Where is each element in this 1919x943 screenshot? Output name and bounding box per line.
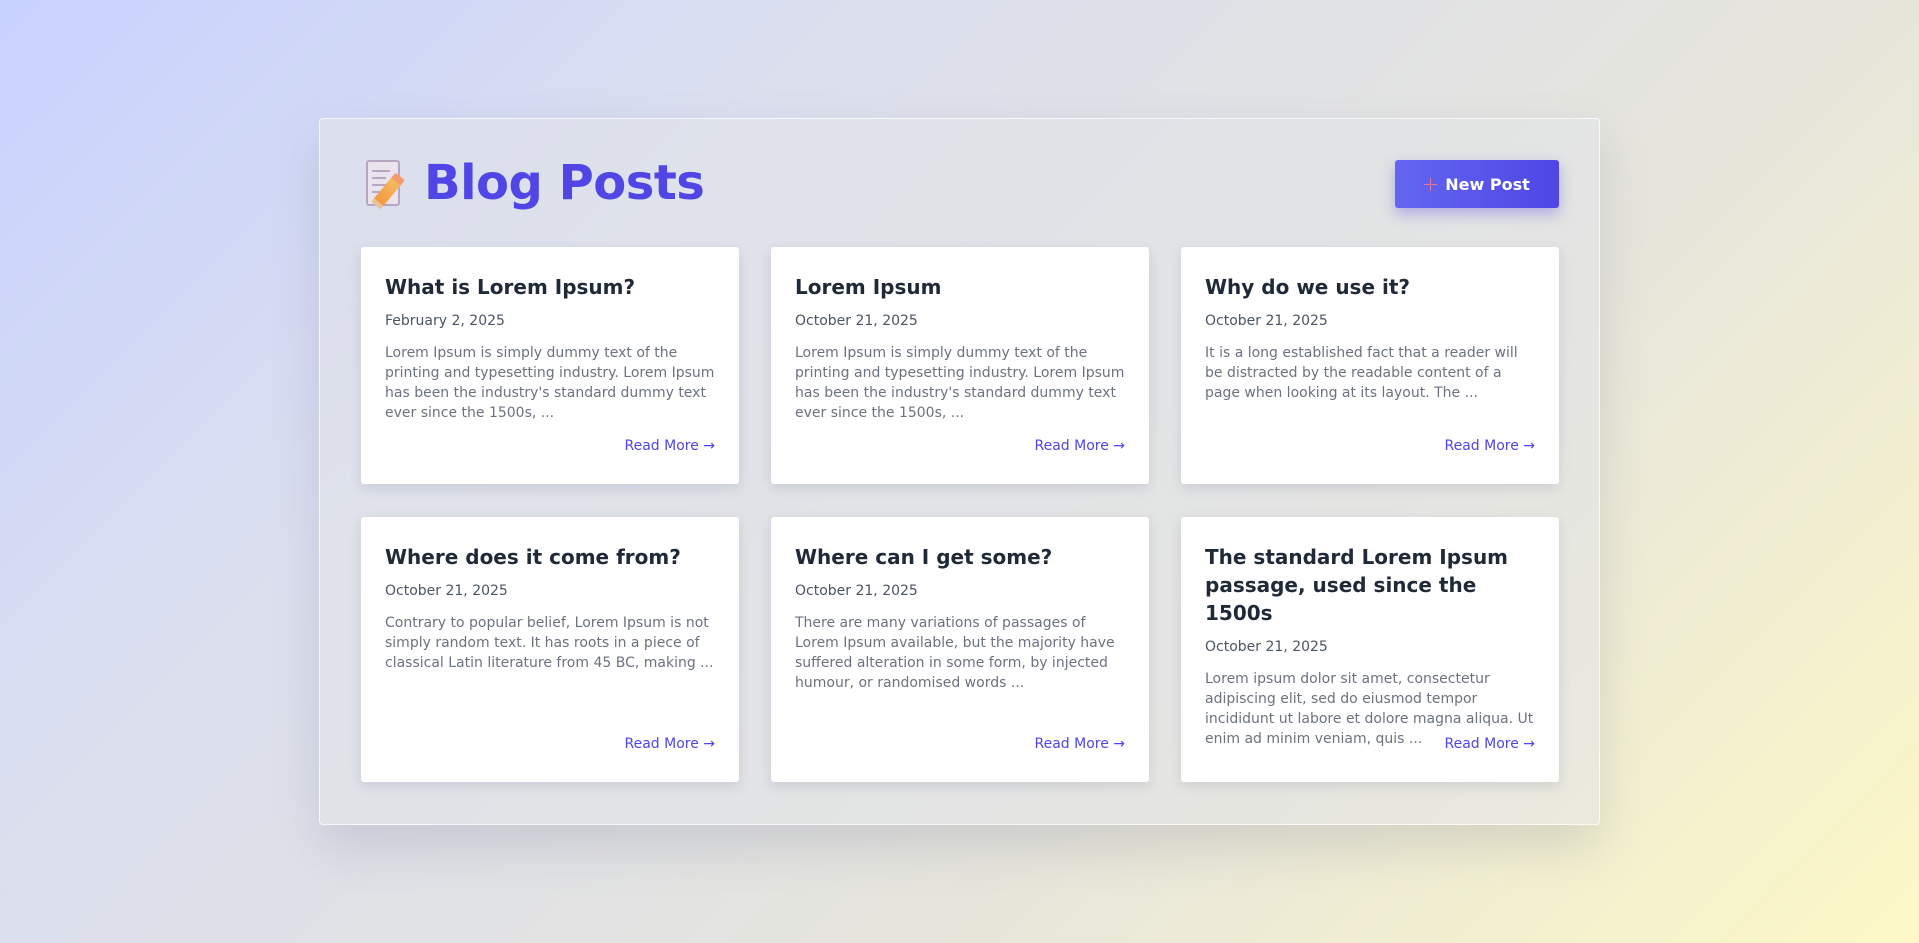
post-date: October 21, 2025 — [1205, 639, 1328, 655]
post-date: October 21, 2025 — [385, 583, 508, 599]
read-more-link[interactable]: Read More → — [1034, 436, 1125, 456]
memo-pencil-icon — [362, 160, 408, 210]
post-title: Why do we use it? — [1205, 275, 1411, 299]
post-title: The standard Lorem Ipsum passage, used s… — [1205, 545, 1509, 625]
plus-icon — [1424, 177, 1438, 191]
new-post-label: New Post — [1445, 174, 1530, 194]
read-more-link[interactable]: Read More → — [1034, 734, 1125, 754]
post-excerpt: Lorem Ipsum is simply dummy text of the … — [795, 345, 1125, 421]
read-more-link[interactable]: Read More → — [624, 436, 715, 456]
read-more-link[interactable]: Read More → — [624, 734, 715, 754]
post-date: October 21, 2025 — [795, 313, 918, 329]
post-card: Lorem Ipsum October 21, 2025 Lorem Ipsum… — [771, 247, 1149, 484]
post-excerpt: Lorem Ipsum is simply dummy text of the … — [385, 345, 715, 421]
read-more-link[interactable]: Read More → — [1444, 436, 1535, 456]
post-card: Where can I get some? October 21, 2025 T… — [771, 517, 1149, 782]
post-title: Lorem Ipsum — [795, 275, 942, 299]
post-excerpt: Contrary to popular belief, Lorem Ipsum … — [385, 615, 714, 671]
post-card: What is Lorem Ipsum? February 2, 2025 Lo… — [361, 247, 739, 484]
read-more-link[interactable]: Read More → — [1444, 734, 1535, 754]
post-title: Where does it come from? — [385, 545, 681, 569]
post-date: October 21, 2025 — [1205, 313, 1328, 329]
post-card: Why do we use it? October 21, 2025 It is… — [1181, 247, 1559, 484]
new-post-button[interactable]: New Post — [1395, 160, 1559, 208]
post-title: Where can I get some? — [795, 545, 1053, 569]
blog-panel: Blog Posts New Post What is Lorem Ipsum?… — [319, 118, 1600, 825]
post-excerpt: There are many variations of passages of… — [795, 615, 1115, 691]
post-date: October 21, 2025 — [795, 583, 918, 599]
blog-header: Blog Posts New Post — [362, 155, 1559, 211]
title-group: Blog Posts — [362, 155, 705, 211]
post-card: Where does it come from? October 21, 202… — [361, 517, 739, 782]
post-date: February 2, 2025 — [385, 313, 505, 329]
page-title: Blog Posts — [424, 155, 705, 211]
post-title: What is Lorem Ipsum? — [385, 275, 636, 299]
post-card: The standard Lorem Ipsum passage, used s… — [1181, 517, 1559, 782]
post-excerpt: It is a long established fact that a rea… — [1205, 345, 1518, 401]
